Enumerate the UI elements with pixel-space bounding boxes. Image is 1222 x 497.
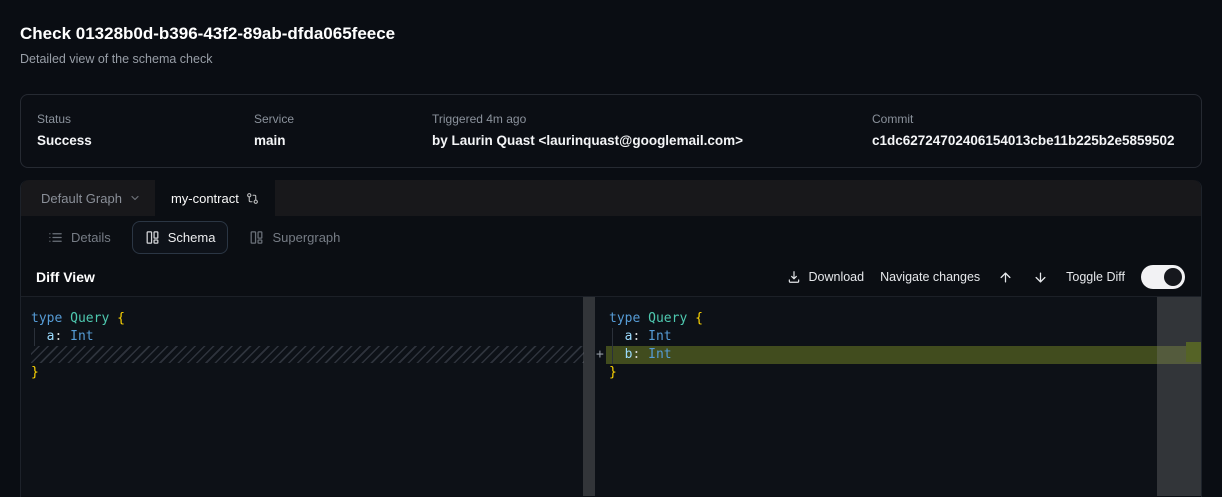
page-title: Check 01328b0d-b396-43f2-89ab-dfda065fee…	[20, 24, 1202, 44]
code-line: }	[609, 364, 1201, 382]
code-line: }	[31, 364, 595, 382]
summary-status: Status Success	[37, 111, 254, 151]
check-detail-card: Default Graph my-contract Details Schema	[20, 180, 1202, 497]
summary-triggered: Triggered 4m ago by Laurin Quast <laurin…	[432, 111, 872, 151]
triggered-label: Triggered 4m ago	[432, 111, 872, 127]
code-line: type Query {	[31, 310, 595, 328]
tab-my-contract-label: my-contract	[171, 191, 239, 206]
summary-commit: Commit c1dc62724702406154013cbe11b225b2e…	[872, 111, 1185, 151]
triggered-value: by Laurin Quast <laurinquast@googlemail.…	[432, 131, 872, 151]
tab-schema[interactable]: Schema	[132, 221, 229, 254]
status-value: Success	[37, 131, 254, 151]
chevron-down-icon	[129, 192, 141, 204]
tab-my-contract[interactable]: my-contract	[155, 180, 275, 216]
tab-supergraph-label: Supergraph	[272, 230, 340, 245]
code-token: a	[31, 329, 54, 344]
toggle-diff-label: Toggle Diff	[1066, 270, 1125, 284]
tab-default-graph[interactable]: Default Graph	[27, 180, 155, 216]
code-original: type Query { a: Int }	[21, 297, 595, 382]
code-token: Query	[70, 311, 117, 326]
diff-header: Diff View Download Navigate changes Togg…	[21, 258, 1201, 297]
panels-icon	[145, 230, 160, 245]
code-token: type	[31, 311, 70, 326]
tab-supergraph[interactable]: Supergraph	[236, 221, 353, 254]
list-icon	[48, 230, 63, 245]
tab-details-label: Details	[71, 230, 111, 245]
tab-schema-label: Schema	[168, 230, 216, 245]
diff-pane-original[interactable]: type Query { a: Int }	[21, 297, 595, 496]
check-summary-card: Status Success Service main Triggered 4m…	[20, 94, 1202, 168]
diff-pane-modified[interactable]: + type Query { a: Int b: Int }	[595, 297, 1201, 496]
code-line: a: Int	[609, 328, 1201, 346]
diff-view-title: Diff View	[36, 269, 95, 285]
service-value: main	[254, 131, 432, 151]
code-token: }	[609, 365, 617, 380]
page-header: Check 01328b0d-b396-43f2-89ab-dfda065fee…	[0, 0, 1222, 67]
code-line-spacer	[31, 346, 595, 364]
tab-default-graph-label: Default Graph	[41, 191, 122, 206]
navigate-changes-label: Navigate changes	[880, 270, 980, 284]
download-icon	[787, 270, 801, 284]
commit-label: Commit	[872, 111, 1185, 127]
previous-change-button[interactable]	[996, 268, 1015, 287]
code-token: Int	[640, 347, 671, 362]
code-token: b	[609, 347, 632, 362]
download-button[interactable]: Download	[787, 270, 864, 284]
tab-details[interactable]: Details	[35, 221, 124, 254]
toggle-diff-switch[interactable]	[1141, 265, 1185, 289]
commit-value: c1dc62724702406154013cbe11b225b2e5859502	[872, 131, 1185, 151]
git-compare-icon	[246, 192, 259, 205]
diff-toolbar: Download Navigate changes Toggle Diff	[787, 265, 1185, 289]
code-token: Int	[62, 329, 93, 344]
overview-ruler-insert-marker	[1186, 342, 1201, 362]
code-token: a	[609, 329, 632, 344]
arrow-up-icon	[998, 270, 1013, 285]
page-subtitle: Detailed view of the schema check	[20, 52, 1202, 67]
panels-icon	[249, 230, 264, 245]
summary-service: Service main	[254, 111, 432, 151]
schema-diff-editor: type Query { a: Int } + type Query { a: …	[21, 297, 1201, 496]
code-token: Query	[648, 311, 695, 326]
graph-tab-strip: Default Graph my-contract	[21, 180, 1201, 216]
scrollbar-original[interactable]	[583, 297, 595, 496]
code-line-inserted: b: Int	[609, 346, 1201, 364]
status-label: Status	[37, 111, 254, 127]
scrollbar-modified[interactable]	[1157, 297, 1201, 496]
download-label: Download	[808, 270, 864, 284]
arrow-down-icon	[1033, 270, 1048, 285]
code-modified: type Query { a: Int b: Int }	[595, 297, 1201, 382]
view-tabs: Details Schema Supergraph	[21, 216, 1201, 258]
code-line: type Query {	[609, 310, 1201, 328]
code-line: a: Int	[31, 328, 595, 346]
next-change-button[interactable]	[1031, 268, 1050, 287]
code-token: type	[609, 311, 648, 326]
service-label: Service	[254, 111, 432, 127]
code-token: }	[31, 365, 39, 380]
code-token: Int	[640, 329, 671, 344]
switch-knob	[1164, 268, 1182, 286]
code-token: {	[117, 311, 125, 326]
code-token: {	[695, 311, 703, 326]
